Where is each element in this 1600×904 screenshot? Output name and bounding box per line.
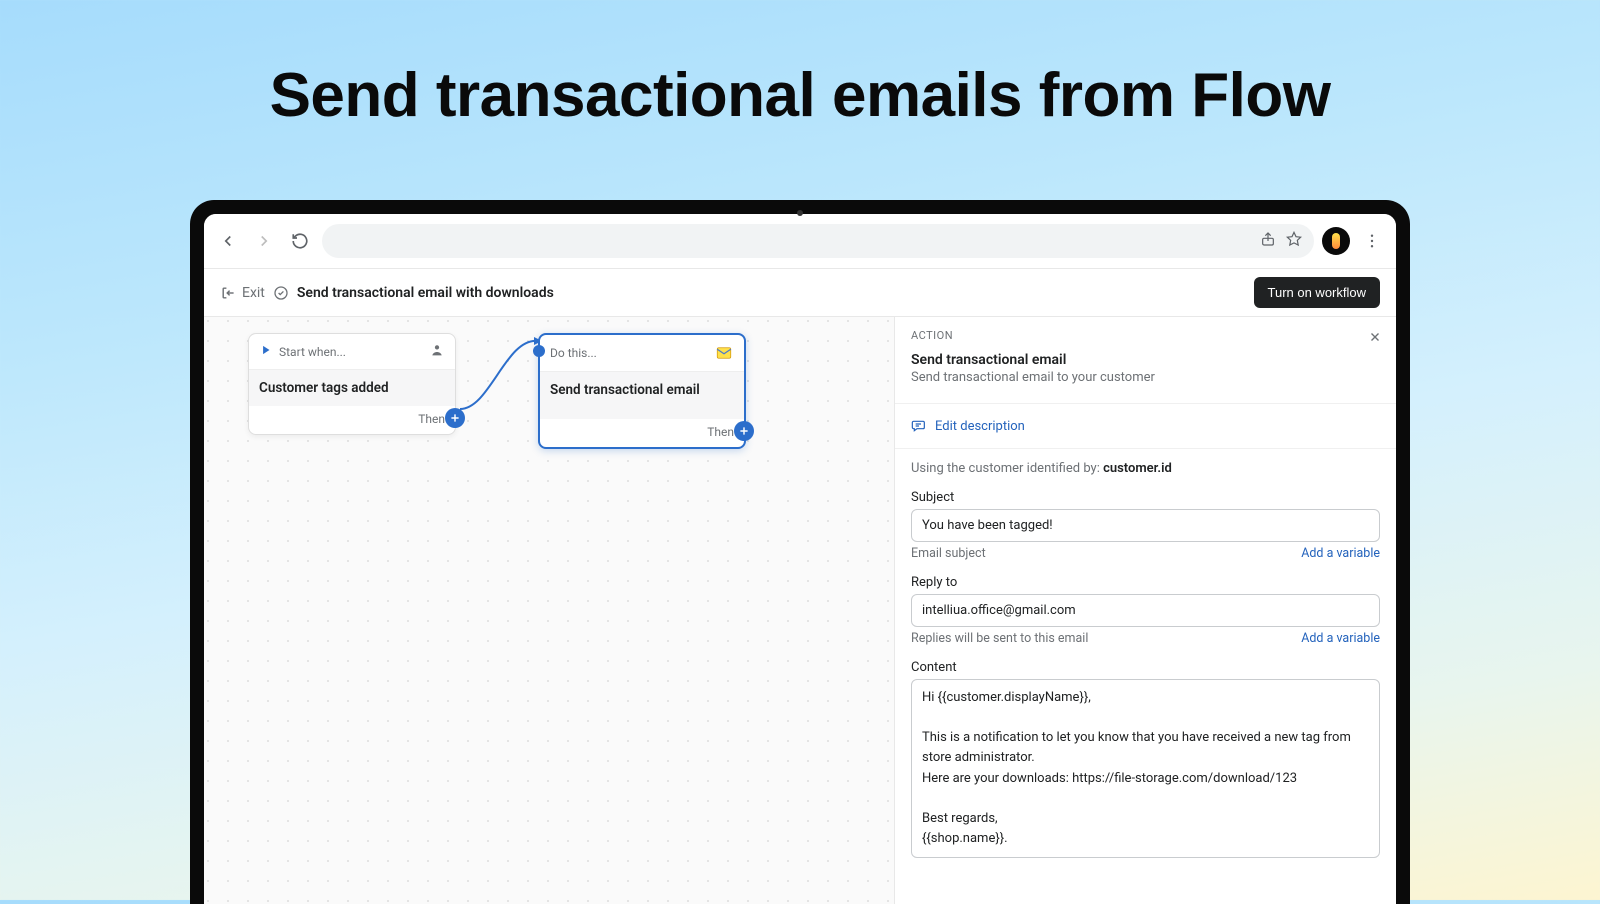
subject-label: Subject [911,490,1380,505]
flow-connector [460,337,544,417]
screen: Exit Send transactional email with downl… [204,214,1396,904]
person-icon [429,342,445,361]
subject-help: Email subject [911,546,986,561]
trigger-head-label: Start when... [279,345,346,359]
action-then-label: Then [707,425,734,439]
hero-title: Send transactional emails from Flow [0,0,1600,131]
star-icon[interactable] [1286,231,1302,251]
workflow-title: Send transactional email with downloads [297,285,554,301]
browser-toolbar [204,214,1396,268]
share-icon[interactable] [1260,231,1276,251]
turn-on-workflow-button[interactable]: Turn on workflow [1254,277,1381,308]
close-panel-button[interactable] [1368,329,1382,348]
reply-to-label: Reply to [911,575,1380,590]
trigger-node[interactable]: Start when... Customer tags added Then [248,333,456,435]
trigger-body: Customer tags added [249,369,455,406]
action-node[interactable]: Do this... Send transactional email Then [538,333,746,449]
add-step-button[interactable] [445,408,465,428]
action-body: Send transactional email [540,371,744,419]
device-frame: Exit Send transactional email with downl… [190,200,1410,904]
panel-subtitle: Send transactional email to your custome… [911,370,1380,385]
reply-to-add-variable[interactable]: Add a variable [1301,631,1380,646]
edit-description-button[interactable]: Edit description [895,403,1396,448]
forward-button[interactable] [250,227,278,255]
reload-button[interactable] [286,227,314,255]
back-button[interactable] [214,227,242,255]
identified-by: Using the customer identified by: custom… [911,461,1380,476]
workspace: Start when... Customer tags added Then [204,316,1396,904]
panel-title: Send transactional email [911,352,1380,368]
reply-to-help: Replies will be sent to this email [911,631,1088,646]
edit-description-label: Edit description [935,419,1025,434]
panel-caption: ACTION [911,329,1380,342]
subject-add-variable[interactable]: Add a variable [1301,546,1380,561]
chat-icon [911,418,927,434]
content-label: Content [911,660,1380,675]
add-step-button[interactable] [734,421,754,441]
action-side-panel: ACTION Send transactional email Send tra… [894,317,1396,904]
workflow-title-wrap: Send transactional email with downloads [273,285,554,301]
browser-menu-button[interactable] [1358,232,1386,250]
app-toolbar: Exit Send transactional email with downl… [204,268,1396,316]
profile-avatar[interactable] [1322,227,1350,255]
mail-icon [714,343,734,363]
url-bar[interactable] [322,224,1314,258]
trigger-then-label: Then [418,412,445,426]
check-circle-icon [273,285,289,301]
reply-to-input[interactable] [911,594,1380,627]
exit-label: Exit [242,285,265,301]
content-textarea[interactable]: Hi {{customer.displayName}}, This is a n… [911,679,1380,858]
flow-canvas[interactable]: Start when... Customer tags added Then [204,317,894,904]
subject-input[interactable] [911,509,1380,542]
play-icon [259,343,273,360]
exit-button[interactable]: Exit [220,285,265,301]
action-head-label: Do this... [550,346,597,360]
node-input-port[interactable] [533,345,545,357]
